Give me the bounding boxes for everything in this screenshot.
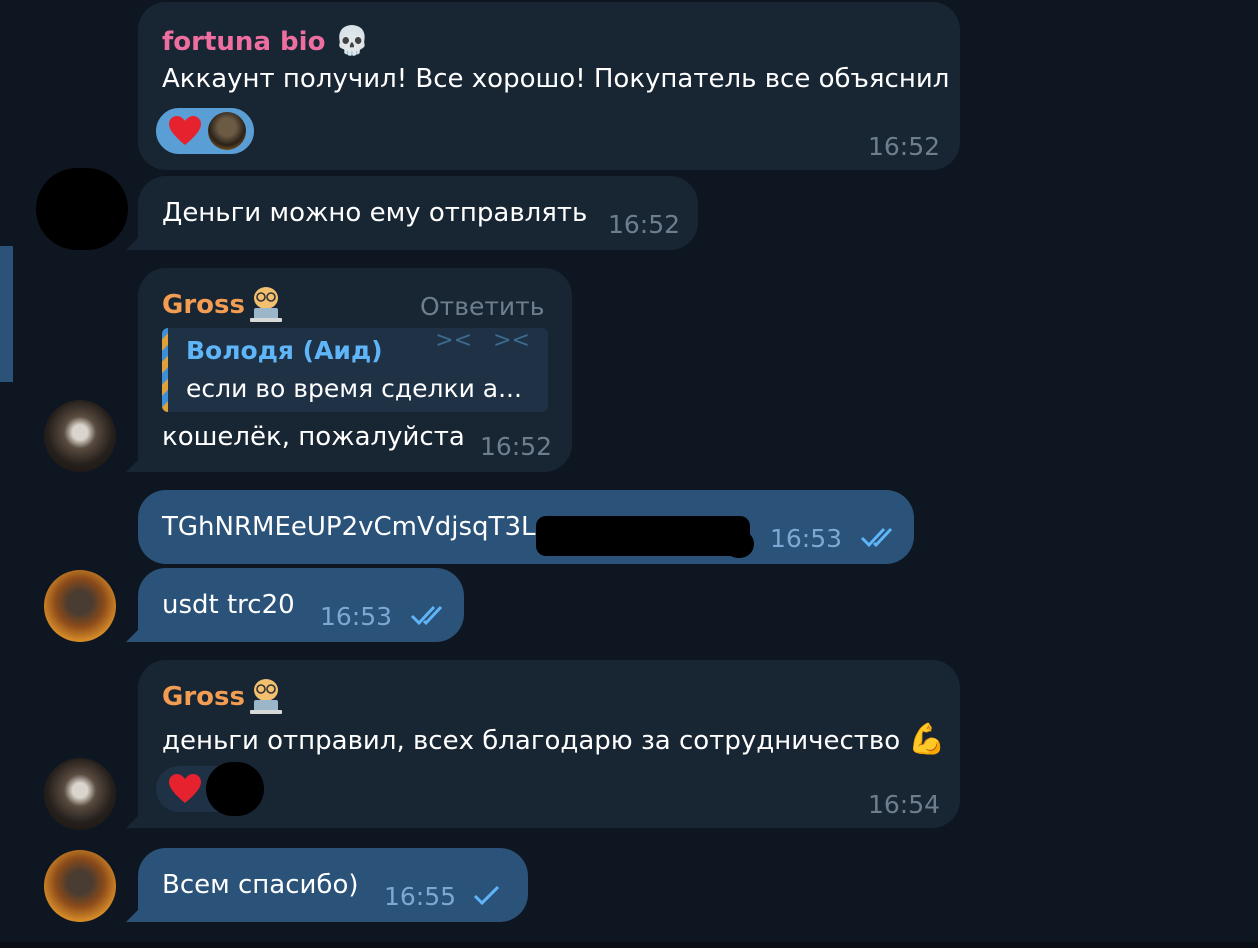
double-check-icon — [860, 527, 893, 548]
single-check-icon — [473, 885, 500, 906]
bottom-edge — [0, 942, 1258, 948]
reactor-avatar — [208, 112, 246, 150]
quote-accent-bar — [162, 328, 168, 412]
redacted-wallet-dot — [724, 530, 754, 558]
message-text: деньги отправил, всех благодарю за сотру… — [162, 722, 946, 757]
sender-name[interactable]: Gross — [162, 682, 245, 712]
message-time: 16:52 — [868, 132, 941, 161]
message-text: Всем спасибо) — [162, 870, 359, 900]
message-time: 16:55 — [384, 882, 457, 911]
redacted-avatar — [36, 168, 128, 250]
reaction-heart[interactable] — [156, 108, 254, 154]
flexed-biceps-emoji-icon: 💪 — [908, 722, 946, 757]
raccoon-avatar[interactable] — [44, 400, 116, 472]
message-bubble[interactable]: Всем спасибо) 16:55 — [138, 848, 528, 922]
message-bubble[interactable]: Деньги можно ему отправлять 16:52 — [138, 176, 698, 250]
skull-emoji-icon: 💀 — [334, 24, 370, 57]
redacted-wallet-address — [536, 516, 750, 556]
sender-name[interactable]: fortuna bio 💀 — [162, 24, 369, 57]
dog-laptop-emoji-icon — [246, 676, 286, 716]
sender-name[interactable]: Gross — [162, 290, 245, 320]
dog-laptop-emoji-icon — [246, 284, 286, 324]
message-bubble[interactable]: Gross Ответить >< >< Володя (Аид) если в… — [138, 268, 572, 472]
redacted-reactor-avatar — [206, 762, 264, 816]
double-check-icon — [410, 605, 443, 626]
message-time: 16:54 — [868, 790, 941, 819]
heart-icon — [169, 774, 201, 803]
message-text: Деньги можно ему отправлять — [162, 198, 588, 228]
message-time: 16:52 — [608, 210, 681, 239]
quote-author: Володя (Аид) — [186, 336, 383, 365]
message-bubble[interactable]: TGhNRMEeUP2vCmVdjsqT3L 16:53 — [138, 490, 914, 564]
heart-icon — [169, 116, 201, 145]
scrollbar-thumb[interactable] — [0, 246, 13, 382]
message-text: кошелёк, пожалуйста — [162, 422, 465, 452]
message-time: 16:53 — [320, 602, 393, 631]
message-bubble[interactable]: usdt trc20 16:53 — [138, 568, 464, 642]
message-time: 16:52 — [480, 432, 553, 461]
message-text: usdt trc20 — [162, 590, 295, 620]
reply-link[interactable]: Ответить — [420, 292, 544, 321]
quoted-message[interactable]: >< >< Володя (Аид) если во время сделки … — [162, 328, 548, 412]
quote-text: если во время сделки а... — [186, 374, 522, 403]
fire-figure-avatar[interactable] — [44, 570, 116, 642]
chat-history: fortuna bio 💀 Аккаунт получил! Все хорош… — [0, 0, 1258, 948]
quote-background-pattern: >< >< — [435, 328, 530, 353]
message-bubble[interactable]: fortuna bio 💀 Аккаунт получил! Все хорош… — [138, 2, 960, 170]
raccoon-avatar[interactable] — [44, 758, 116, 830]
message-bubble[interactable]: Gross деньги отправил, всех благодарю за… — [138, 660, 960, 828]
message-text: Аккаунт получил! Все хорошо! Покупатель … — [162, 64, 950, 94]
message-text: TGhNRMEeUP2vCmVdjsqT3L — [162, 512, 536, 542]
fire-figure-avatar[interactable] — [44, 850, 116, 922]
message-time: 16:53 — [770, 524, 843, 553]
